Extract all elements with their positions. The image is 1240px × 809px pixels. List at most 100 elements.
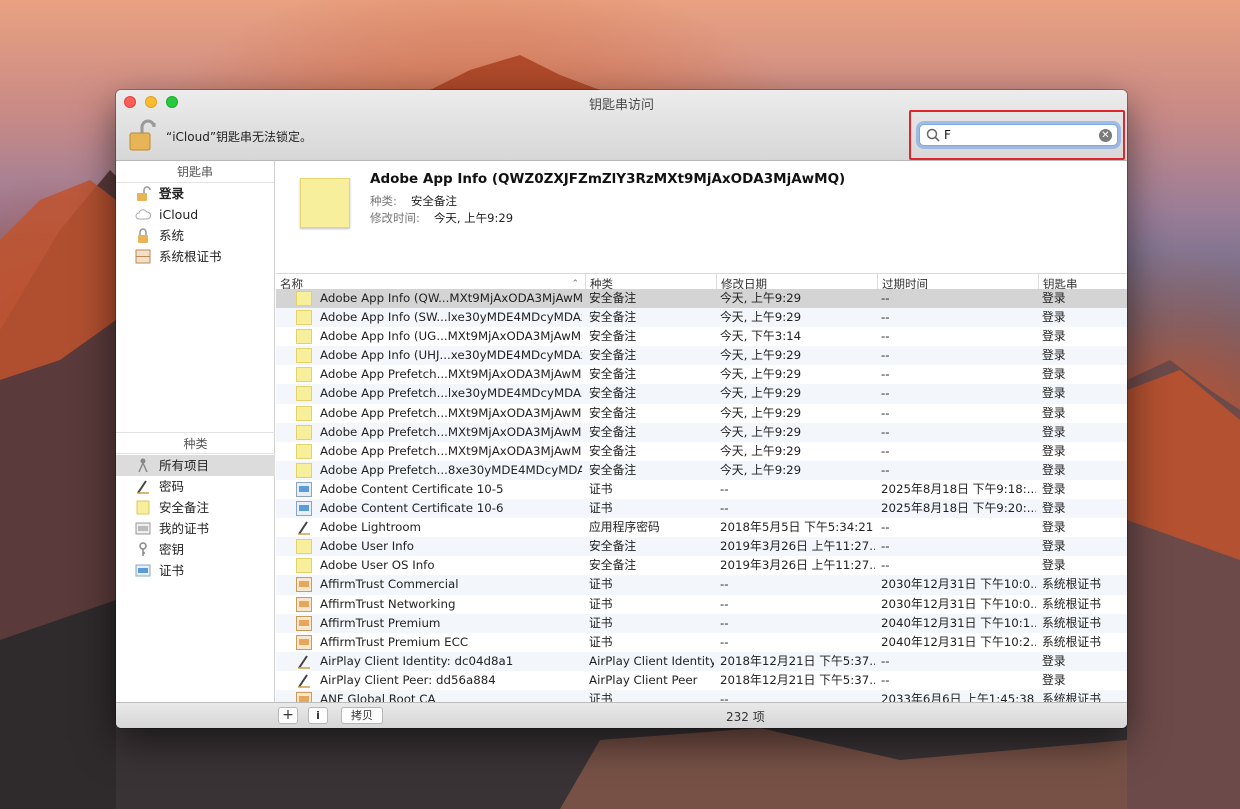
- cell-name: Adobe App Info (QW...MXt9MjAxODA3MjAwMQ): [320, 291, 582, 305]
- note-icon: [296, 443, 312, 459]
- root-cert-icon: [296, 615, 312, 631]
- sidebar-item-icloud[interactable]: iCloud: [116, 204, 274, 225]
- cell-keychain: 登录: [1042, 386, 1066, 401]
- sidebar-item-label: 所有项目: [159, 458, 210, 473]
- cell-name: Adobe Content Certificate 10-6: [320, 501, 504, 516]
- cell-modified: --: [720, 501, 729, 516]
- table-row[interactable]: Adobe App Prefetch...MXt9MjAxODA3MjAwMQ)…: [276, 365, 1127, 384]
- cell-expires: --: [881, 310, 890, 325]
- clear-search-icon[interactable]: ✕: [1099, 129, 1112, 142]
- table-row[interactable]: AirPlay Client Peer: dd56a884 AirPlay Cli…: [276, 671, 1127, 690]
- get-info-button[interactable]: i: [308, 707, 328, 724]
- note-icon: [296, 462, 312, 478]
- cell-modified: 今天, 上午9:29: [720, 367, 802, 382]
- search-input[interactable]: [944, 127, 1094, 143]
- cell-expires: 2040年12月31日 下午10:1...: [881, 615, 1036, 630]
- cell-kind: 安全备注: [589, 291, 637, 305]
- pencil-icon: [298, 521, 310, 535]
- cell-name: Adobe App Info (SW...lxe30yMDE4MDcyMDAx): [320, 310, 582, 325]
- cell-kind: 证书: [589, 577, 613, 592]
- cell-kind: 安全备注: [589, 462, 637, 477]
- table-row[interactable]: AffirmTrust Premium 证书 -- 2040年12月31日 下午10:…: [276, 613, 1127, 633]
- lock-open-icon[interactable]: [128, 118, 156, 152]
- root-cert-icon: [296, 577, 312, 593]
- cell-kind: 安全备注: [589, 367, 637, 382]
- cell-kind: 应用程序密码: [589, 520, 660, 535]
- sidebar-item-label: iCloud: [159, 207, 199, 222]
- cell-keychain: 登录: [1042, 653, 1066, 668]
- sidebar-item-certificates[interactable]: 证书: [116, 560, 275, 581]
- table-row[interactable]: Adobe Content Certificate 10-5 证书 -- 2025年8…: [276, 480, 1127, 499]
- cell-modified: --: [720, 596, 729, 611]
- cabinet-icon: [135, 249, 151, 264]
- sidebar-item-system-roots[interactable]: 系统根证书: [116, 246, 274, 267]
- cell-name: AffirmTrust Premium ECC: [320, 634, 469, 649]
- root-cert-icon: [296, 691, 312, 702]
- cell-name: Adobe App Prefetch...lxe30yMDE4MDcyMDAx): [320, 386, 582, 401]
- cell-modified: 今天, 上午9:29: [720, 291, 802, 305]
- sidebar-item-passwords[interactable]: 密码: [116, 476, 275, 497]
- pencil-icon: [298, 674, 310, 688]
- table-row[interactable]: Adobe Content Certificate 10-6 证书 -- 2025年8…: [276, 499, 1127, 519]
- cell-name: Adobe App Prefetch...8xe30yMDE4MDcyMDAx): [320, 462, 582, 477]
- sidebar-item-my-certificates[interactable]: 我的证书: [116, 518, 275, 539]
- cell-modified: --: [720, 615, 729, 630]
- sidebar: 钥匙串 登录 iCloud 系统 系统根证书 种类 所有项目 密码 安全备注 我…: [116, 161, 275, 702]
- table-row[interactable]: AffirmTrust Networking 证书 -- 2030年12月31日 下午…: [276, 595, 1127, 614]
- items-table: 名称 ⌃ 种类 修改日期 过期时间 钥匙串 Adobe App Info (QW…: [276, 273, 1127, 702]
- cell-kind: 安全备注: [589, 405, 637, 420]
- copy-button[interactable]: 拷贝: [341, 707, 383, 724]
- table-row[interactable]: Adobe App Info (UHJ...xe30yMDE4MDcyMDAx)…: [276, 346, 1127, 366]
- detail-kind-value: 安全备注: [410, 194, 457, 208]
- sidebar-item-label: 登录: [159, 186, 185, 201]
- cell-kind: 证书: [589, 691, 613, 702]
- cell-modified: 今天, 下午3:14: [720, 329, 802, 344]
- cell-keychain: 登录: [1042, 443, 1066, 458]
- cell-modified: --: [720, 691, 729, 702]
- cell-keychain: 登录: [1042, 310, 1066, 325]
- cell-expires: --: [881, 386, 890, 401]
- table-row[interactable]: Adobe User Info 安全备注 2019年3月26日 上午11:27...…: [276, 537, 1127, 557]
- cell-kind: 安全备注: [589, 386, 637, 401]
- table-row[interactable]: Adobe App Info (SW...lxe30yMDE4MDcyMDAx)…: [276, 308, 1127, 328]
- cell-modified: 今天, 上午9:29: [720, 310, 802, 325]
- window-toolbar: 钥匙串访问 “iCloud”钥匙串无法锁定。 ✕: [116, 90, 1127, 161]
- cell-expires: 2033年6月6日 上午1:45:38: [881, 691, 1035, 702]
- cell-keychain: 登录: [1042, 367, 1066, 382]
- cell-name: Adobe Content Certificate 10-5: [320, 481, 504, 496]
- cell-keychain: 登录: [1042, 462, 1066, 477]
- cell-keychain: 登录: [1042, 501, 1066, 516]
- sidebar-item-system[interactable]: 系统: [116, 225, 274, 246]
- cell-expires: 2040年12月31日 下午10:2...: [881, 634, 1036, 649]
- note-icon: [296, 329, 312, 345]
- cell-expires: --: [881, 405, 890, 420]
- table-row[interactable]: Adobe App Prefetch...lxe30yMDE4MDcyMDAx)…: [276, 384, 1127, 404]
- all-items-icon: [138, 458, 148, 473]
- table-row[interactable]: AirPlay Client Identity: dc04d8a1 AirPlay…: [276, 651, 1127, 671]
- sidebar-item-login[interactable]: 登录: [116, 183, 274, 204]
- cell-modified: --: [720, 577, 729, 592]
- table-row[interactable]: AffirmTrust Premium ECC 证书 -- 2040年12月31日 下…: [276, 633, 1127, 652]
- note-icon: [296, 310, 312, 326]
- table-row[interactable]: Adobe App Info (UG...MXt9MjAxODA3MjAwMQ)…: [276, 327, 1127, 346]
- sidebar-item-secure-notes[interactable]: 安全备注: [116, 497, 275, 518]
- table-row[interactable]: Adobe App Prefetch...MXt9MjAxODA3MjAwMQ)…: [276, 422, 1127, 442]
- table-row[interactable]: Adobe User OS Info 安全备注 2019年3月26日 上午11:27…: [276, 556, 1127, 575]
- add-item-button[interactable]: +: [278, 707, 298, 724]
- cell-keychain: 登录: [1042, 558, 1066, 573]
- sidebar-item-all-items[interactable]: 所有项目: [116, 455, 275, 476]
- sidebar-item-keys[interactable]: 密钥: [116, 539, 275, 560]
- table-row[interactable]: ANF Global Root CA 证书 -- 2033年6月6日 上午1:45:3…: [276, 689, 1127, 702]
- table-row[interactable]: Adobe App Prefetch...MXt9MjAxODA3MjAwMQ)…: [276, 442, 1127, 461]
- search-field[interactable]: ✕: [919, 124, 1118, 146]
- table-row[interactable]: Adobe App Info (QW...MXt9MjAxODA3MjAwMQ)…: [276, 289, 1127, 309]
- search-icon: [926, 128, 940, 142]
- table-row[interactable]: AffirmTrust Commercial 证书 -- 2030年12月31日 下午…: [276, 575, 1127, 595]
- table-row[interactable]: Adobe Lightroom 应用程序密码 2018年5月5日 下午5:34:21…: [276, 518, 1127, 537]
- table-row[interactable]: Adobe App Prefetch...MXt9MjAxODA3MjAwMQ)…: [276, 404, 1127, 423]
- cell-modified: 2018年12月21日 下午5:37...: [720, 672, 875, 687]
- cell-modified: 今天, 上午9:29: [720, 405, 802, 420]
- cell-name: AffirmTrust Premium: [320, 615, 441, 630]
- keychain-access-window: 钥匙串访问 “iCloud”钥匙串无法锁定。 ✕ 钥匙串 登录 iCloud: [116, 90, 1127, 728]
- table-row[interactable]: Adobe App Prefetch...8xe30yMDE4MDcyMDAx)…: [276, 460, 1127, 480]
